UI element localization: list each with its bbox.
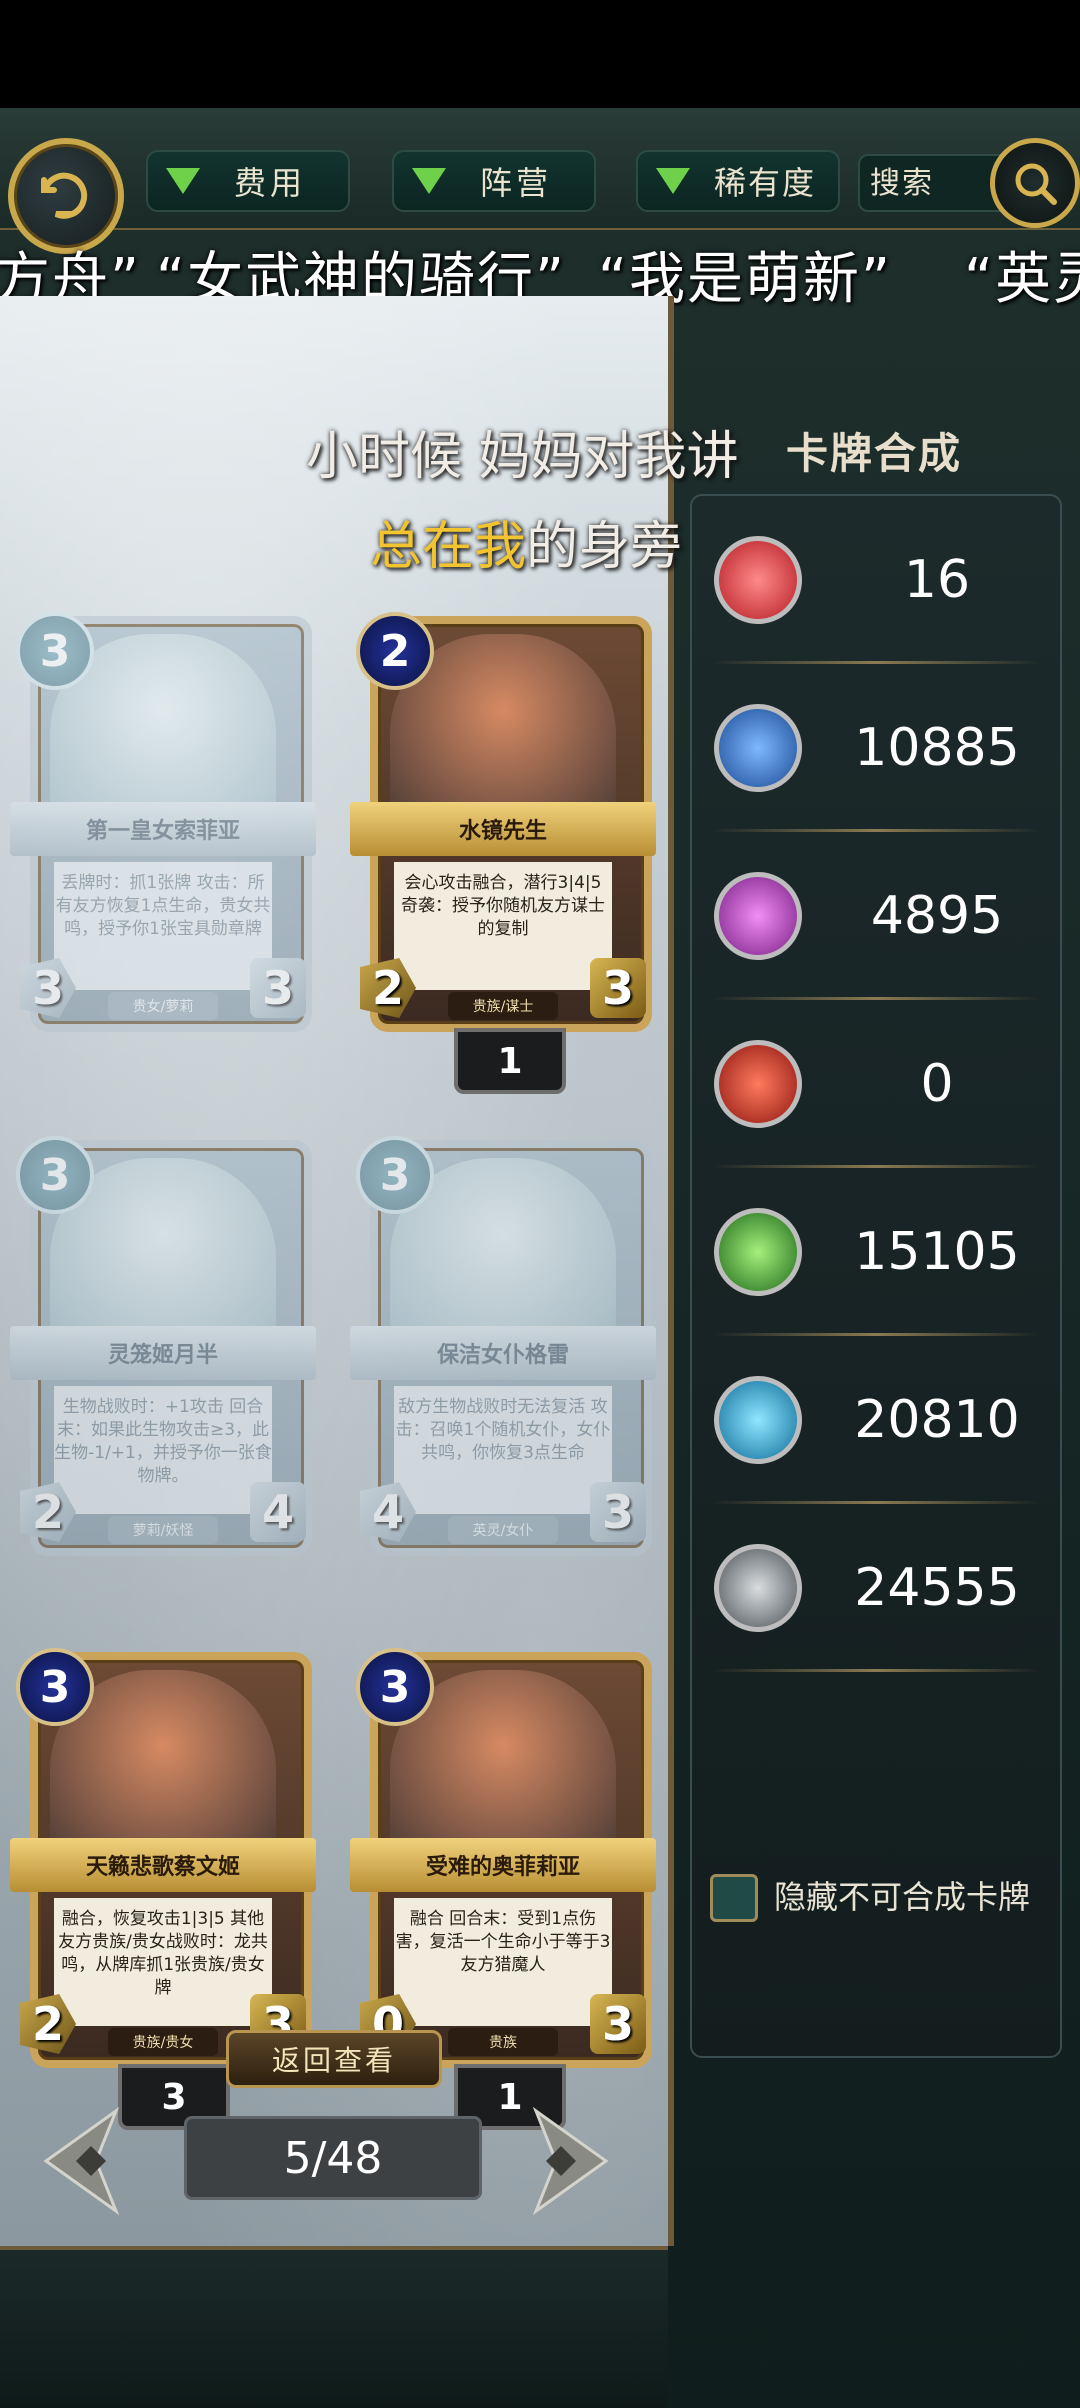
card-description: 会心攻击融合，潜行3|4|5 奇袭：授予你随机友方谋士的复制 xyxy=(394,862,612,990)
resource-value: 15105 xyxy=(854,1222,1020,1282)
card-shuijing[interactable]: 2 水镜先生 会心攻击融合，潜行3|4|5 奇袭：授予你随机友方谋士的复制 2 … xyxy=(350,596,656,1036)
resource-row: 20810 xyxy=(692,1336,1060,1504)
dropdown-triangle-icon xyxy=(166,168,200,194)
filter-rarity[interactable]: 稀有度 xyxy=(636,150,840,212)
cyan-faction-icon xyxy=(714,1376,802,1464)
announcement-text: “英灵 xyxy=(964,247,1080,312)
dropdown-triangle-icon xyxy=(412,168,446,194)
magnifier-icon xyxy=(1015,163,1057,205)
card-description: 敌方生物战败时无法复活 攻击：召唤1个随机女仆，女仆共鸣，你恢复3点生命 xyxy=(394,1386,612,1514)
card-sofia[interactable]: 3 第一皇女索菲亚 丢牌时：抓1张牌 攻击：所有友方恢复1点生命，贵女共鸣，授予… xyxy=(10,596,316,1036)
scrolling-announcement: 方舟” “女武神的骑行” “我是萌新” “英灵 xyxy=(0,234,1080,312)
hide-uncraftable-label: 隐藏不可合成卡牌 xyxy=(774,1878,1031,1916)
resource-row: 0 xyxy=(692,1000,1060,1168)
search-button[interactable] xyxy=(990,138,1080,228)
card-tribe: 萝莉/妖怪 xyxy=(108,1516,218,1544)
left-arrow-icon xyxy=(43,2106,120,2216)
card-cost: 3 xyxy=(16,1648,94,1726)
card-name: 水镜先生 xyxy=(350,802,656,856)
page-indicator: 5/48 xyxy=(184,2116,482,2200)
resource-row: 16 xyxy=(692,496,1060,664)
green-faction-icon xyxy=(714,1208,802,1296)
resource-value: 16 xyxy=(903,550,971,610)
filter-cost-label: 费用 xyxy=(234,164,307,202)
hide-uncraftable-checkbox[interactable] xyxy=(710,1874,758,1922)
filter-faction-label: 阵营 xyxy=(480,164,553,202)
return-view-button[interactable]: 返回查看 xyxy=(226,2030,442,2088)
card-name: 灵笼姬月半 xyxy=(10,1326,316,1380)
card-name: 受难的奥菲莉亚 xyxy=(350,1838,656,1892)
resource-row: 24555 xyxy=(692,1504,1060,1672)
resource-value: 10885 xyxy=(854,718,1020,778)
card-health: 3 xyxy=(590,1482,646,1542)
card-health: 3 xyxy=(250,958,306,1018)
card-tribe: 贵族 xyxy=(448,2028,558,2056)
card-caiwenji[interactable]: 3 天籁悲歌蔡文姬 融合，恢复攻击1|3|5 其他友方贵族/贵女战败时：龙共鸣，… xyxy=(10,1632,316,2072)
card-name: 第一皇女索菲亚 xyxy=(10,802,316,856)
red-faction-icon xyxy=(714,1040,802,1128)
red-gem-icon xyxy=(714,536,802,624)
next-page-button[interactable] xyxy=(526,2106,616,2216)
purple-faction-icon xyxy=(714,872,802,960)
card-cost: 3 xyxy=(16,612,94,690)
status-bar xyxy=(0,0,1080,108)
card-health: 4 xyxy=(250,1482,306,1542)
card-tribe: 贵族/谋士 xyxy=(448,992,558,1020)
card-name: 天籁悲歌蔡文姬 xyxy=(10,1838,316,1892)
card-cost: 3 xyxy=(356,1136,434,1214)
card-tribe: 英灵/女仆 xyxy=(448,1516,558,1544)
panel-title: 卡牌合成 xyxy=(786,429,963,478)
card-description: 融合，恢复攻击1|3|5 其他友方贵族/贵女战败时：龙共鸣，从牌库抓1张贵族/贵… xyxy=(54,1898,272,2026)
filter-faction[interactable]: 阵营 xyxy=(392,150,596,212)
filter-cost[interactable]: 费用 xyxy=(146,150,350,212)
card-count: 1 xyxy=(454,1028,566,1094)
resource-value: 20810 xyxy=(854,1390,1020,1450)
card-description: 生物战败时：+1攻击 回合末：如果此生物攻击≥3，此生物-1/+1，并授予你一张… xyxy=(54,1386,272,1514)
lyric-rest: 的身旁 xyxy=(526,517,683,577)
card-description: 丢牌时：抓1张牌 攻击：所有友方恢复1点生命，贵女共鸣，授予你1张宝具勋章牌 xyxy=(54,862,272,990)
card-linglong[interactable]: 3 灵笼姬月半 生物战败时：+1攻击 回合末：如果此生物攻击≥3，此生物-1/+… xyxy=(10,1120,316,1560)
divider xyxy=(712,1669,1040,1672)
gray-faction-icon xyxy=(714,1544,802,1632)
resource-value: 4895 xyxy=(870,886,1004,946)
resource-row: 10885 xyxy=(692,664,1060,832)
dropdown-triangle-icon xyxy=(656,168,690,194)
card-name: 保洁女仆格雷 xyxy=(350,1326,656,1380)
resource-row: 4895 xyxy=(692,832,1060,1000)
card-health: 3 xyxy=(590,958,646,1018)
card-cost: 3 xyxy=(356,1648,434,1726)
right-arrow-icon xyxy=(532,2106,609,2216)
card-description: 融合 回合末：受到1点伤害，复活一个生命小于等于3友方猎魔人 xyxy=(394,1898,612,2026)
card-gelei[interactable]: 3 保洁女仆格雷 敌方生物战败时无法复活 攻击：召唤1个随机女仆，女仆共鸣，你恢… xyxy=(350,1120,656,1560)
bottom-strip xyxy=(0,2246,668,2408)
card-collection-panel: 3 第一皇女索菲亚 丢牌时：抓1张牌 攻击：所有友方恢复1点生命，贵女共鸣，授予… xyxy=(0,296,674,2246)
card-health: 3 xyxy=(590,1994,646,2054)
game-screen: 费用 阵营 稀有度 搜索 方舟” “女武神的骑行” “我是萌新” “英灵 xyxy=(0,108,1080,2408)
blue-crown-icon xyxy=(714,704,802,792)
card-tribe: 贵族/贵女 xyxy=(108,2028,218,2056)
lyric-line-1: 小时候 妈妈对我讲 xyxy=(306,427,739,487)
card-ofelia[interactable]: 3 受难的奥菲莉亚 融合 回合末：受到1点伤害，复活一个生命小于等于3友方猎魔人… xyxy=(350,1632,656,2072)
resource-value: 0 xyxy=(920,1054,954,1114)
resource-panel: 16 10885 4895 0 15105 20810 24555 隐藏不可合成… xyxy=(690,494,1062,2058)
search-label: 搜索 xyxy=(870,166,934,201)
previous-page-button[interactable] xyxy=(36,2106,126,2216)
back-arrow-icon xyxy=(41,172,88,219)
resource-row: 15105 xyxy=(692,1168,1060,1336)
card-cost: 2 xyxy=(356,612,434,690)
top-bar: 费用 阵营 稀有度 搜索 xyxy=(0,108,1080,254)
filter-rarity-label: 稀有度 xyxy=(714,164,817,202)
lyric-highlight: 总在我 xyxy=(370,517,527,577)
resource-value: 24555 xyxy=(854,1558,1020,1618)
card-cost: 3 xyxy=(16,1136,94,1214)
lyric-line-2: 总在我的身旁 xyxy=(370,504,682,579)
card-tribe: 贵女/萝莉 xyxy=(108,992,218,1020)
